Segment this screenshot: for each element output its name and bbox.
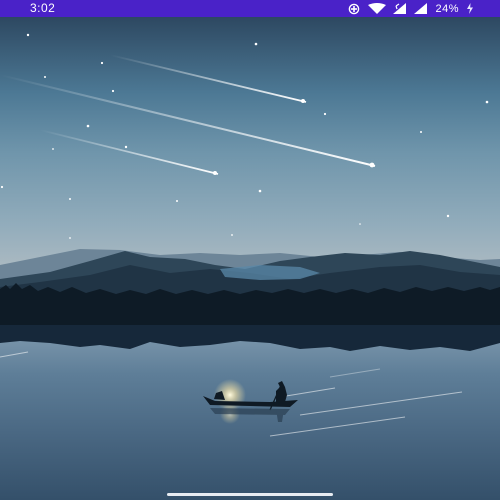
cell-signal-icon (393, 3, 407, 14)
status-time: 3:02 (30, 1, 56, 15)
battery-percent: 24% (435, 2, 459, 15)
lake-water (0, 332, 500, 500)
wallpaper-background (0, 17, 500, 500)
home-gesture-handle[interactable] (167, 493, 333, 496)
status-icons: 24% (347, 1, 474, 16)
cell-signal-icon (414, 3, 428, 14)
battery-charging-icon (466, 3, 474, 14)
wifi-icon (368, 3, 387, 14)
data-saver-icon (347, 3, 361, 15)
status-bar: 3:02 24% (0, 0, 500, 17)
